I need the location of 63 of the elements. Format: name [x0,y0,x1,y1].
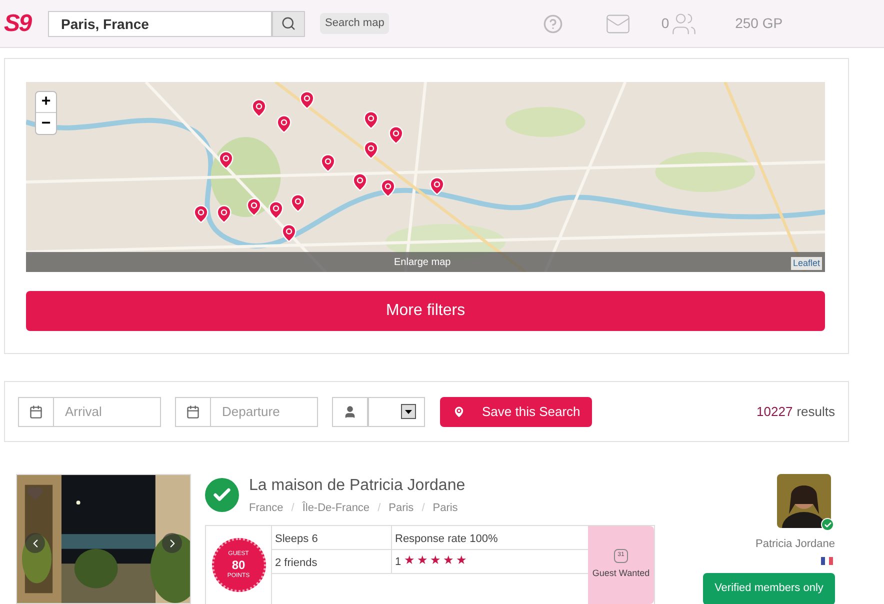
enlarge-map-button[interactable]: Enlarge map [394,255,451,270]
map-pin-icon[interactable] [427,176,448,196]
search-button[interactable] [272,10,305,36]
zoom-out-button[interactable]: − [36,113,56,134]
star-icon: ★ [456,554,468,566]
calendar-icon [186,404,200,418]
results-count: 10227 [756,402,793,421]
pin-icon [452,404,466,418]
seal-value: 80 [232,558,246,570]
zoom-in-button[interactable]: + [36,92,56,113]
map-pin-icon[interactable] [360,110,381,130]
guest-wanted-label: Guest Wanted [592,566,650,580]
save-search-button[interactable]: Save this Search [440,396,592,426]
map-pin-icon[interactable] [378,178,398,198]
breadcrumb-link[interactable]: Paris [388,500,414,516]
map-pin-icon[interactable] [296,90,317,110]
map-pin-icon[interactable] [248,98,269,118]
table-cell: 2 friends [272,550,392,572]
points-balance: 250 GP [735,14,783,33]
search-map-button[interactable]: Search map [320,13,390,34]
map-pin-icon[interactable] [360,140,381,160]
guests-dropdown[interactable] [368,396,425,426]
map-pin-icon[interactable] [318,153,338,173]
map-pin-icon[interactable] [190,204,211,224]
breadcrumb-link[interactable]: Paris [432,500,458,516]
star-icon: ★ [417,554,428,566]
star-icon: ★ [443,554,454,566]
friends-count: 0 [661,14,670,33]
date-field[interactable]: Departure [211,396,318,426]
map-pin-icon[interactable] [266,200,286,220]
listing-title[interactable]: La maison de Patricia Jordane [249,474,466,498]
map-pin-icon[interactable] [386,125,406,145]
verified-members-button[interactable]: Verified members only [703,572,835,604]
star-icon: ★ [404,554,416,566]
person-icon [343,404,357,418]
breadcrumb-link[interactable]: France [249,500,284,516]
france-flag-icon [821,556,833,564]
search-icon [281,16,296,31]
map-pin-icon[interactable] [278,223,299,243]
breadcrumb-separator: / [378,501,381,516]
search-field[interactable]: Paris, France [48,10,272,36]
map-pin-icon[interactable] [214,204,234,224]
previous-photo-button[interactable] [25,533,45,553]
more-filters-button[interactable]: More filters [26,291,825,331]
date-field[interactable]: Arrival [54,396,161,426]
map-pin-icon[interactable] [216,150,236,170]
map-pin-icon[interactable] [350,172,370,192]
rating-count: 1 [395,554,402,570]
table-cell-text: Response rate 100% [394,532,499,546]
map[interactable]: + − Enlarge map Leaflet [26,82,825,272]
breadcrumb-separator: / [291,501,294,516]
host-name[interactable]: Patricia Jordane [756,536,835,552]
logo[interactable]: S9 [4,6,40,42]
star-icon: ★ [430,554,442,566]
map-pin-icon[interactable] [288,193,308,213]
map-pin-icon[interactable] [244,197,264,217]
breadcrumb-link[interactable]: Île-De-France [302,500,370,516]
breadcrumb-separator: / [422,501,425,516]
results-label: results [796,402,835,421]
table-cell: Sleeps 6 [272,526,392,548]
calendar-icon [29,404,43,418]
map-pin-icon[interactable] [274,114,294,134]
next-photo-button[interactable] [162,533,182,553]
